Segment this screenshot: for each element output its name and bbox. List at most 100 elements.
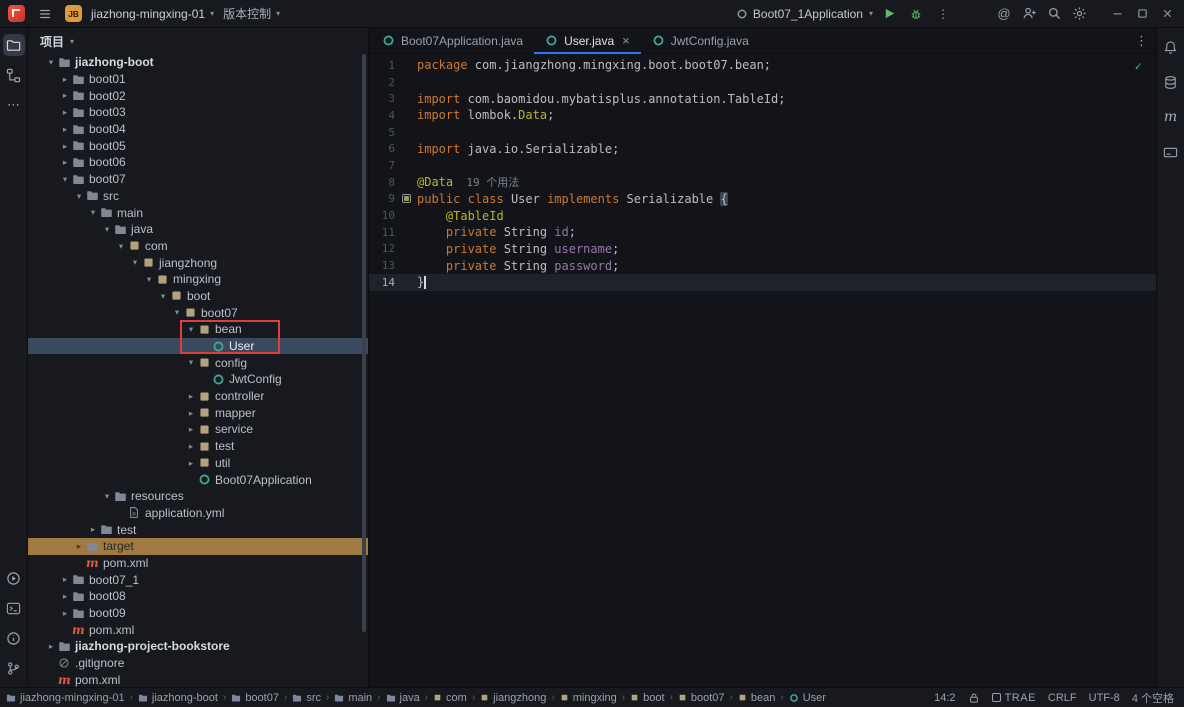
line-number[interactable]: 1 xyxy=(369,59,395,72)
maximize-button[interactable] xyxy=(1131,3,1153,25)
tree-item-boot01[interactable]: ▸boot01 xyxy=(28,71,368,88)
chevron-collapsed-icon[interactable]: ▸ xyxy=(58,91,72,100)
caret-position[interactable]: 14:2 xyxy=(934,692,955,704)
tree-item-pom.xml[interactable]: mpom.xml xyxy=(28,555,368,572)
tree-item-boot08[interactable]: ▸boot08 xyxy=(28,588,368,605)
line-number[interactable]: 6 xyxy=(369,142,395,155)
tree-item-jiazhong-project-bookstore[interactable]: ▸jiazhong-project-bookstore xyxy=(28,638,368,655)
breadcrumb-jiangzhong[interactable]: jiangzhong xyxy=(480,692,546,704)
breadcrumb-bean[interactable]: bean xyxy=(738,692,775,704)
tree-item-User[interactable]: User xyxy=(28,338,368,355)
tree-item-JwtConfig[interactable]: JwtConfig xyxy=(28,371,368,388)
tree-item-Boot07Application[interactable]: Boot07Application xyxy=(28,471,368,488)
tree-item-com[interactable]: ▾com xyxy=(28,238,368,255)
chevron-collapsed-icon[interactable]: ▸ xyxy=(184,392,198,401)
tree-item-pom.xml[interactable]: mpom.xml xyxy=(28,621,368,638)
breadcrumb-User[interactable]: User xyxy=(789,692,826,704)
minimize-button[interactable] xyxy=(1106,3,1128,25)
settings-gear-icon[interactable] xyxy=(1068,3,1090,25)
structure-view-icon[interactable] xyxy=(3,64,25,86)
breadcrumb-src[interactable]: src xyxy=(292,692,321,704)
breadcrumb-jiazhong-mingxing-01[interactable]: jiazhong-mingxing-01 xyxy=(6,692,125,704)
chevron-collapsed-icon[interactable]: ▸ xyxy=(58,575,72,584)
tree-scrollbar[interactable] xyxy=(362,54,366,632)
tab-options-icon[interactable]: ⋮ xyxy=(1135,33,1148,49)
inspections-ok-icon[interactable]: ✓ xyxy=(1135,59,1142,73)
tree-item-util[interactable]: ▸util xyxy=(28,455,368,472)
main-menu-icon[interactable] xyxy=(34,3,56,25)
line-number[interactable]: 3 xyxy=(369,92,395,105)
problems-info-icon[interactable] xyxy=(3,627,25,649)
tree-item-java[interactable]: ▾java xyxy=(28,221,368,238)
chevron-expanded-icon[interactable]: ▾ xyxy=(170,308,184,317)
tree-item-src[interactable]: ▾src xyxy=(28,188,368,205)
debug-button[interactable] xyxy=(905,3,927,25)
encoding-indicator[interactable]: UTF-8 xyxy=(1089,692,1120,704)
tree-item-boot07[interactable]: ▾boot07 xyxy=(28,171,368,188)
project-panel-header[interactable]: 项目 ▾ xyxy=(28,28,368,54)
editor-tab-Boot07Application.java[interactable]: Boot07Application.java xyxy=(371,28,534,53)
bean-gutter-icon[interactable] xyxy=(395,194,417,203)
tree-item-resources[interactable]: ▾resources xyxy=(28,488,368,505)
more-tool-windows-icon[interactable]: ⋯ xyxy=(3,94,25,116)
line-number[interactable]: 13 xyxy=(369,259,395,272)
line-number[interactable]: 8 xyxy=(369,176,395,189)
lock-icon[interactable] xyxy=(968,692,980,704)
git-branch-icon[interactable] xyxy=(3,657,25,679)
mentions-icon[interactable]: @ xyxy=(993,3,1015,25)
tree-item-service[interactable]: ▸service xyxy=(28,421,368,438)
breadcrumb-boot[interactable]: boot xyxy=(630,692,664,704)
chevron-expanded-icon[interactable]: ▾ xyxy=(58,175,72,184)
breadcrumb-java[interactable]: java xyxy=(386,692,420,704)
vcs-button[interactable]: 版本控制 ▾ xyxy=(223,5,280,22)
tree-item-boot03[interactable]: ▸boot03 xyxy=(28,104,368,121)
tree-item-boot06[interactable]: ▸boot06 xyxy=(28,154,368,171)
chevron-collapsed-icon[interactable]: ▸ xyxy=(72,542,86,551)
line-number[interactable]: 2 xyxy=(369,76,395,89)
tree-item-controller[interactable]: ▸controller xyxy=(28,388,368,405)
tree-item-boot07_1[interactable]: ▸boot07_1 xyxy=(28,571,368,588)
database-icon[interactable] xyxy=(1160,71,1182,93)
project-view-icon[interactable] xyxy=(3,34,25,56)
tree-item-boot05[interactable]: ▸boot05 xyxy=(28,137,368,154)
editor-tab-JwtConfig.java[interactable]: JwtConfig.java xyxy=(641,28,760,53)
commit-card-icon[interactable] xyxy=(1160,141,1182,163)
tree-item-boot[interactable]: ▾boot xyxy=(28,288,368,305)
project-switcher[interactable]: jiazhong-mingxing-01 ▾ xyxy=(91,7,214,21)
tree-item-application.yml[interactable]: application.yml xyxy=(28,505,368,522)
chevron-expanded-icon[interactable]: ▾ xyxy=(100,225,114,234)
chevron-collapsed-icon[interactable]: ▸ xyxy=(58,158,72,167)
tree-item-.gitignore[interactable]: .gitignore xyxy=(28,655,368,672)
tree-item-main[interactable]: ▾main xyxy=(28,204,368,221)
services-run-icon[interactable] xyxy=(3,567,25,589)
chevron-collapsed-icon[interactable]: ▸ xyxy=(58,592,72,601)
line-number[interactable]: 4 xyxy=(369,109,395,122)
terminal-icon[interactable] xyxy=(3,597,25,619)
tree-item-boot07[interactable]: ▾boot07 xyxy=(28,304,368,321)
chevron-collapsed-icon[interactable]: ▸ xyxy=(184,442,198,451)
breadcrumb-com[interactable]: com xyxy=(433,692,467,704)
app-logo[interactable] xyxy=(8,5,25,22)
line-number[interactable]: 11 xyxy=(369,226,395,239)
tree-item-mapper[interactable]: ▸mapper xyxy=(28,404,368,421)
line-number[interactable]: 7 xyxy=(369,159,395,172)
breadcrumb-jiazhong-boot[interactable]: jiazhong-boot xyxy=(138,692,218,704)
close-window-button[interactable] xyxy=(1156,3,1178,25)
tree-item-test[interactable]: ▸test xyxy=(28,438,368,455)
add-user-icon[interactable] xyxy=(1018,3,1040,25)
tree-item-boot04[interactable]: ▸boot04 xyxy=(28,121,368,138)
tree-item-boot09[interactable]: ▸boot09 xyxy=(28,605,368,622)
chevron-collapsed-icon[interactable]: ▸ xyxy=(58,142,72,151)
more-run-actions-icon[interactable]: ⋮ xyxy=(932,3,954,25)
line-number[interactable]: 10 xyxy=(369,209,395,222)
chevron-expanded-icon[interactable]: ▾ xyxy=(184,325,198,334)
run-button[interactable] xyxy=(878,3,900,25)
chevron-collapsed-icon[interactable]: ▸ xyxy=(184,459,198,468)
chevron-expanded-icon[interactable]: ▾ xyxy=(86,208,100,217)
tree-item-target[interactable]: ▸target xyxy=(28,538,368,555)
chevron-expanded-icon[interactable]: ▾ xyxy=(156,292,170,301)
tree-item-bean[interactable]: ▾bean xyxy=(28,321,368,338)
tree-item-jiangzhong[interactable]: ▾jiangzhong xyxy=(28,254,368,271)
chevron-collapsed-icon[interactable]: ▸ xyxy=(44,642,58,651)
chevron-collapsed-icon[interactable]: ▸ xyxy=(58,108,72,117)
